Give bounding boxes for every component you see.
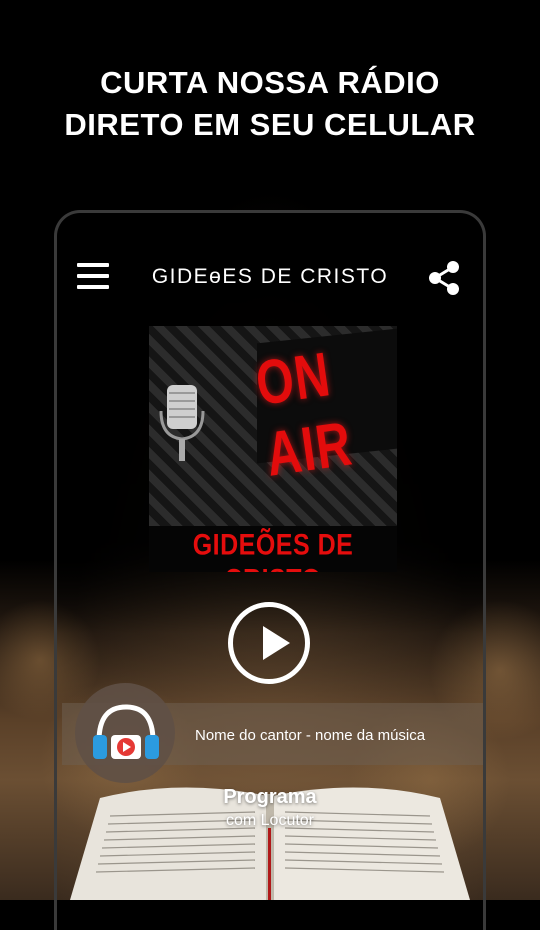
app-title: GIDEɵES DE CRISTO [151,265,389,288]
microphone-icon [159,385,205,461]
promo-headline: CURTA NOSSA RÁDIO DIRETO EM SEU CELULAR [0,62,540,146]
on-air-text: ON AIR [251,340,357,490]
station-artwork: ON AIR GIDEÕES DE CRISTO [149,326,397,572]
play-button[interactable] [228,602,310,684]
program-subtitle: com Locutor [225,812,315,829]
now-playing-text: Nome do cantor - nome da música [195,727,426,744]
program-title: Programa [223,786,317,808]
share-icon[interactable] [427,259,461,297]
station-name-logo: GIDEÕES DE CRISTO [192,528,354,572]
headphones-icon [93,704,159,759]
headline-line-1: CURTA NOSSA RÁDIO [100,65,440,100]
headline-line-2: DIRETO EM SEU CELULAR [64,107,476,142]
app-bar: GIDEɵES DE CRISTO [57,241,483,311]
play-icon [263,626,290,660]
